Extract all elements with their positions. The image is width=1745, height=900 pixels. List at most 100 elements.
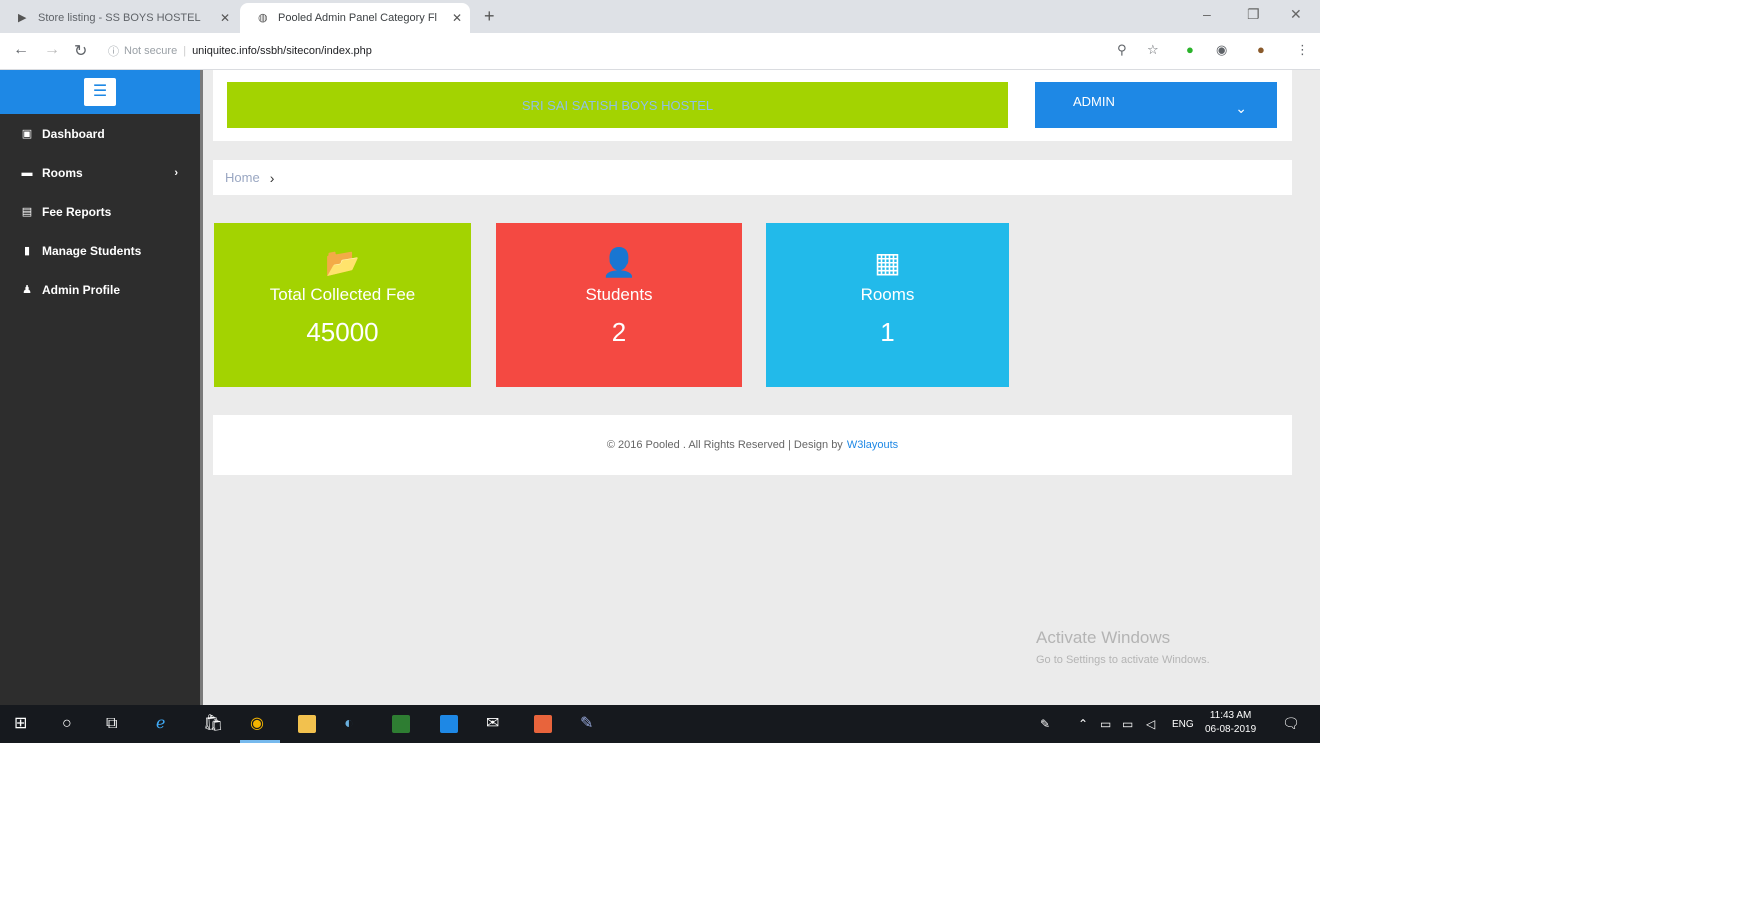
stat-card-rooms[interactable]: ▦ Rooms 1 (766, 223, 1009, 387)
extension-icon[interactable]: ◉ (1216, 42, 1227, 58)
document-icon: ▮ (23, 245, 31, 257)
stat-card-total-fee[interactable]: 📂 Total Collected Fee 45000 (214, 223, 471, 387)
zoom-icon[interactable]: ⚲ (1117, 42, 1127, 58)
omnibox-divider: | (183, 45, 187, 57)
building-icon: ▦ (874, 247, 901, 278)
mail-icon[interactable]: ✉ (486, 715, 499, 733)
search-icon[interactable]: ○ (62, 715, 72, 733)
stat-card-students[interactable]: 👤 Students 2 (496, 223, 742, 387)
footer-design-link[interactable]: W3layouts (847, 439, 898, 451)
sidebar-item-label: Fee Reports (42, 204, 112, 219)
watermark-title: Activate Windows (1036, 628, 1171, 647)
sidebar-item-label: Admin Profile (42, 282, 121, 297)
user-icon: 👤 (601, 247, 637, 278)
stat-value: 1 (880, 317, 895, 347)
sidebar-item-rooms[interactable]: ▬ Rooms › (0, 153, 200, 192)
windows-start-icon[interactable]: ⊞ (14, 715, 27, 733)
user-icon: ♟ (22, 284, 32, 296)
top-header: SRI SAI SATISH BOYS HOSTEL ADMIN ⌄ (213, 70, 1292, 141)
active-app-indicator (240, 740, 280, 743)
sidebar-item-fee-reports[interactable]: ▤ Fee Reports (0, 192, 200, 231)
folder-icon: ▬ (21, 166, 33, 179)
info-icon: ⓘ (108, 46, 119, 58)
edge-icon[interactable]: ℯ (156, 715, 165, 733)
file-explorer-icon[interactable] (298, 715, 316, 733)
pen-icon[interactable]: ✎ (1040, 717, 1050, 731)
breadcrumb-home-link[interactable]: Home (225, 170, 260, 185)
close-icon[interactable]: ✕ (220, 11, 230, 25)
new-tab-icon[interactable]: + (484, 6, 495, 27)
breadcrumb: Home › (213, 160, 1292, 195)
globe-icon: ◍ (258, 12, 268, 24)
clock-time: 11:43 AM (1209, 710, 1252, 721)
tab-title: Store listing - SS BOYS HOSTEL (38, 12, 201, 24)
app-icon[interactable]: ✎ (580, 715, 593, 733)
folder-open-icon: 📂 (325, 247, 360, 278)
notepad-icon[interactable] (392, 715, 410, 733)
notifications-icon[interactable]: 🗨 (1282, 715, 1300, 732)
close-icon[interactable]: ✕ (452, 11, 462, 25)
browser-tab-active[interactable]: ◍ Pooled Admin Panel Category Fl ✕ (240, 3, 470, 33)
hostel-title: SRI SAI SATISH BOYS HOSTEL (227, 82, 1008, 128)
network-icon[interactable]: ▭ (1122, 717, 1133, 731)
chrome-icon[interactable]: ◉ (250, 715, 264, 733)
windows-taskbar: ⊞ ○ ⧉ ℯ 🛍 ◉ ◐ ✉ ✎ ✎ ⌃ ▭ ▭ ◁ ENG 11:43 AM… (0, 705, 1320, 743)
footer-copyright: © 2016 Pooled . All Rights Reserved | De… (606, 439, 843, 451)
volume-icon[interactable]: ◁ (1146, 717, 1155, 731)
clock-date: 06-08-2019 (1205, 724, 1257, 735)
sidebar-item-label: Dashboard (42, 126, 105, 141)
sidebar-item-dashboard[interactable]: ▣ Dashboard (0, 114, 200, 153)
reload-icon[interactable]: ↻ (74, 41, 87, 61)
profile-avatar-icon[interactable]: ● (1257, 42, 1265, 57)
browser-toolbar: ← → ↻ ⓘ Not secure | uniquitec.info/ssbh… (0, 33, 1320, 70)
sidebar-item-label: Manage Students (42, 243, 142, 258)
store-icon[interactable]: 🛍 (203, 715, 223, 733)
chevron-down-icon: ⌄ (1235, 100, 1247, 116)
menu-kebab-icon[interactable]: ⋮ (1296, 42, 1309, 58)
browser-tab-strip: ▶ Store listing - SS BOYS HOSTEL ✕ ◍ Poo… (0, 0, 1320, 33)
app-icon[interactable]: ◐ (344, 715, 354, 733)
play-store-icon: ▶ (18, 12, 27, 24)
dashboard-icon: ▣ (21, 128, 33, 140)
stat-label: Total Collected Fee (269, 285, 416, 304)
sidebar-item-label: Rooms (42, 165, 83, 180)
admin-label: ADMIN (1073, 94, 1115, 109)
screen: ▶ Store listing - SS BOYS HOSTEL ✕ ◍ Poo… (0, 0, 1320, 743)
system-clock[interactable]: 11:43 AM 06-08-2019 (1205, 709, 1256, 737)
sidebar-toggle-button[interactable]: ☰ (84, 78, 116, 106)
sidebar-item-manage-students[interactable]: ▮ Manage Students (0, 231, 200, 270)
app-icon[interactable] (534, 715, 552, 733)
url-text: uniquitec.info/ssbh/sitecon/index.php (192, 45, 372, 57)
stat-value: 45000 (306, 317, 379, 347)
chevron-right-icon: › (174, 166, 178, 179)
forward-icon[interactable]: → (44, 41, 60, 59)
report-icon: ▤ (21, 206, 33, 218)
minimize-icon[interactable]: – (1203, 6, 1211, 22)
main-content: SRI SAI SATISH BOYS HOSTEL ADMIN ⌄ Home … (203, 70, 1320, 705)
activate-windows-watermark: Activate Windows Go to Settings to activ… (1036, 628, 1210, 666)
watermark-subtitle: Go to Settings to activate Windows. (1036, 654, 1210, 666)
hamburger-icon: ☰ (92, 83, 108, 100)
security-label: Not secure (124, 45, 178, 57)
browser-tab[interactable]: ▶ Store listing - SS BOYS HOSTEL ✕ (0, 3, 238, 33)
bookmark-star-icon[interactable]: ☆ (1147, 42, 1159, 58)
stat-label: Rooms (860, 285, 915, 304)
stat-label: Students (585, 285, 653, 304)
app-icon[interactable] (440, 715, 458, 733)
sidebar-header: ☰ (0, 70, 200, 114)
stat-value: 2 (611, 317, 627, 347)
task-view-icon[interactable]: ⧉ (106, 715, 117, 733)
address-bar[interactable]: ⓘ Not secure | uniquitec.info/ssbh/sitec… (108, 39, 1188, 63)
sidebar-item-admin-profile[interactable]: ♟ Admin Profile (0, 270, 200, 309)
battery-icon[interactable]: ▭ (1100, 717, 1111, 731)
back-icon[interactable]: ← (13, 41, 29, 59)
language-indicator[interactable]: ENG (1172, 719, 1194, 730)
chevron-right-icon: › (269, 169, 275, 186)
chevron-up-icon[interactable]: ⌃ (1078, 717, 1088, 731)
window-close-icon[interactable]: ✕ (1290, 6, 1302, 23)
sidebar: ☰ ▣ Dashboard ▬ Rooms › ▤ Fee Reports ▮ … (0, 70, 203, 705)
admin-dropdown[interactable]: ADMIN ⌄ (1035, 82, 1277, 128)
extension-icon[interactable]: ● (1186, 42, 1194, 57)
restore-icon[interactable]: ❐ (1247, 6, 1260, 23)
tab-title: Pooled Admin Panel Category Fl (278, 12, 437, 24)
